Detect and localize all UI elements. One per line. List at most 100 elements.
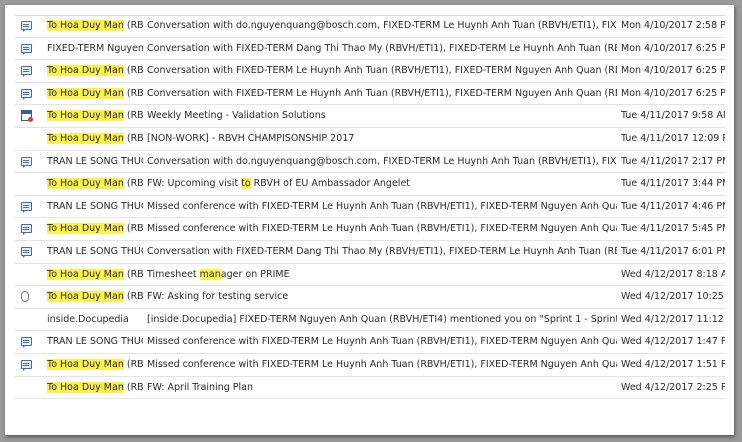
sender-cell: FIXED-TERM Nguyen ... [47, 38, 143, 60]
sender-text: (RB... [126, 65, 143, 77]
sender-text: TRAN LE SONG THUO... [47, 200, 143, 212]
highlighted-match: To Hoa Duy Man [47, 20, 124, 31]
message-row[interactable]: To Hoa Duy Man (RB... Missed conference w… [15, 354, 725, 377]
message-type-cell [21, 377, 35, 399]
subject-text: ager on PRIME [220, 268, 290, 280]
received-date: Tue 4/11/2017 5:45 PM [621, 223, 725, 235]
highlighted-match: To Hoa Duy Man [47, 178, 124, 190]
subject-cell: Missed conference with FIXED-TERM Le Huy… [147, 331, 617, 353]
message-icon [21, 337, 32, 349]
subject-cell: Missed conference with FIXED-TERM Le Huy… [147, 218, 617, 240]
message-row[interactable]: To Hoa Duy Man (RB... Missed conference w… [15, 218, 725, 241]
message-row[interactable]: FIXED-TERM Nguyen ... Conversation with F… [15, 38, 725, 61]
subject-text: Conversation with FIXED-TERM Dang Thi Th… [147, 246, 617, 257]
subject-text: [NON-WORK] - RBVH CHAMPISONSHIP 2017 [147, 133, 355, 144]
highlighted-match: To Hoa Duy Man [47, 359, 124, 370]
message-row[interactable]: To Hoa Duy Man (RB... FW: April Training … [15, 377, 725, 400]
received-date: Wed 4/12/2017 11:12 AM [621, 313, 725, 325]
subject-cell: [inside.Docupedia] FIXED-TERM Nguyen Anh… [147, 309, 617, 331]
received-date: Tue 4/11/2017 9:58 AM [621, 110, 725, 122]
subject-cell: Conversation with FIXED-TERM Le Huynh An… [147, 83, 617, 105]
message-row[interactable]: inside.Docupedia [inside.Docupedia] FIXED… [15, 309, 725, 332]
subject-cell: FW: Upcoming visit to RBVH of EU Ambassa… [147, 173, 617, 195]
sender-text: (RB... [126, 20, 143, 31]
sender-cell: To Hoa Duy Man (RB... [47, 264, 143, 286]
sender-cell: TRAN LE SONG THUO... [47, 241, 143, 263]
message-row[interactable]: TRAN LE SONG THUO... Missed conference wi… [15, 331, 725, 354]
sender-cell: To Hoa Duy Man (RB... [47, 83, 143, 105]
message-type-cell [21, 105, 35, 127]
subject-cell: Conversation with FIXED-TERM Dang Thi Th… [147, 38, 617, 60]
received-date: Wed 4/12/2017 1:51 PM [621, 359, 725, 370]
message-row[interactable]: To Hoa Duy Man (RB... Conversation with F… [15, 60, 725, 83]
message-icon [21, 88, 32, 100]
message-row[interactable]: TRAN LE SONG THUO... Missed conference wi… [15, 196, 725, 219]
sender-text: FIXED-TERM Nguyen ... [47, 42, 143, 54]
sender-cell: To Hoa Duy Man (RB... [47, 105, 143, 127]
highlighted-match: To Hoa Duy Man [47, 87, 124, 99]
message-type-cell [21, 38, 35, 60]
highlighted-match: To Hoa Duy Man [47, 291, 124, 303]
received-date: Tue 4/11/2017 6:01 PM [621, 246, 725, 257]
message-icon [21, 43, 32, 55]
message-row[interactable]: To Hoa Duy Man (RB... FW: Asking for test… [15, 286, 725, 309]
subject-text: Conversation with do.nguyenquang@bosch.c… [147, 20, 617, 31]
subject-text: Weekly Meeting - Validation Solutions [147, 110, 326, 122]
message-row[interactable]: To Hoa Duy Man (RB...FW: Upcoming visit … [15, 173, 725, 196]
message-row[interactable]: To Hoa Duy Man (RB...Timesheet manager o… [15, 264, 725, 287]
calendar-meeting-icon [21, 110, 33, 123]
message-type-cell [21, 196, 35, 218]
message-type-cell [21, 173, 35, 195]
message-row[interactable]: To Hoa Duy Man (RB... Conversation with d… [15, 15, 725, 38]
subject-cell: Conversation with FIXED-TERM Dang Thi Th… [147, 241, 617, 263]
subject-cell: [NON-WORK] - RBVH CHAMPISONSHIP 2017 [147, 128, 617, 150]
sender-cell: inside.Docupedia [47, 309, 143, 331]
subject-cell: FW: April Training Plan [147, 377, 617, 399]
subject-text: FW: Asking for testing service [147, 291, 289, 303]
message-type-cell [21, 60, 35, 82]
received-date: Tue 4/11/2017 12:09 PM [621, 133, 725, 144]
subject-text: Conversation with FIXED-TERM Le Huynh An… [147, 65, 617, 77]
message-icon [21, 156, 32, 168]
sender-text: (RB... [126, 178, 143, 190]
message-row[interactable]: To Hoa Duy Man (RB... Weekly Meeting - Va… [15, 105, 725, 128]
subject-text: Conversation with do.nguyenquang@bosch.c… [147, 155, 617, 167]
received-date: Wed 4/12/2017 2:25 PM [621, 381, 725, 393]
message-row[interactable]: To Hoa Duy Man (RB... [NON-WORK] - RBVH C… [15, 128, 725, 151]
sender-text: (RB... [126, 87, 143, 99]
received-date: Wed 4/12/2017 1:47 PM [621, 336, 725, 348]
highlighted-match: To Hoa Duy Man [47, 110, 124, 122]
sender-cell: To Hoa Duy Man (RB... [47, 173, 143, 195]
subject-text: FW: Upcoming visit [147, 178, 242, 190]
received-date: Wed 4/12/2017 10:25 AM [621, 291, 725, 303]
message-icon [21, 224, 32, 236]
message-type-cell [21, 354, 35, 376]
message-row[interactable]: TRAN LE SONG THUO... Conversation with do… [15, 151, 725, 174]
message-icon [21, 21, 32, 32]
sender-cell: To Hoa Duy Man (RB... [47, 218, 143, 240]
subject-cell: Missed conference with FIXED-TERM Le Huy… [147, 354, 617, 376]
message-type-cell [21, 264, 35, 286]
subject-text: Missed conference with FIXED-TERM Le Huy… [147, 200, 617, 212]
message-type-cell [21, 218, 35, 240]
message-type-cell [21, 309, 35, 331]
highlighted-match: To Hoa Duy Man [47, 223, 124, 235]
sender-text: (RB... [126, 291, 143, 303]
subject-cell: Weekly Meeting - Validation Solutions [147, 105, 617, 127]
sender-cell: To Hoa Duy Man (RB... [47, 354, 143, 376]
sender-cell: TRAN LE SONG THUO... [47, 196, 143, 218]
subject-text: Missed conference with FIXED-TERM Le Huy… [147, 359, 617, 370]
received-date: Mon 4/10/2017 6:25 PM [621, 87, 725, 99]
sender-text: (RB... [126, 359, 143, 370]
sender-cell: To Hoa Duy Man (RB... [47, 377, 143, 399]
highlighted-match: To Hoa Duy Man [47, 65, 124, 77]
message-row[interactable]: TRAN LE SONG THUO... Conversation with FI… [15, 241, 725, 264]
received-date: Mon 4/10/2017 2:58 PM [621, 20, 725, 31]
subject-text: Missed conference with FIXED-TERM Le Huy… [147, 336, 617, 348]
subject-text: FW: April Training Plan [147, 381, 253, 393]
highlighted-match: to [241, 178, 251, 190]
sender-text: (RB... [126, 381, 143, 393]
received-date: Mon 4/10/2017 6:25 PM [621, 65, 725, 77]
message-row[interactable]: To Hoa Duy Man (RB... Conversation with F… [15, 83, 725, 106]
sender-text: TRAN LE SONG THUO... [47, 155, 143, 167]
